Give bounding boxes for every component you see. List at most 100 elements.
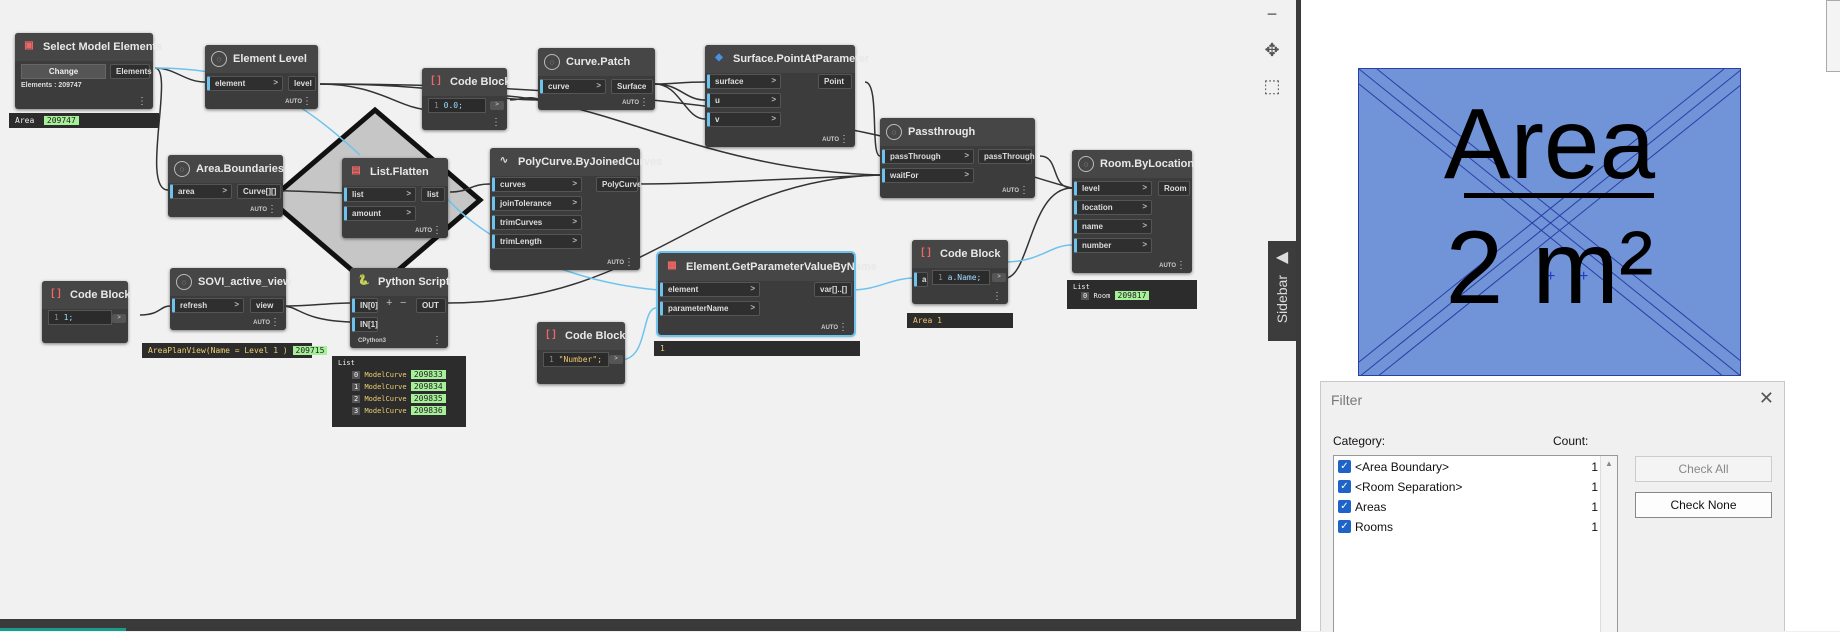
checkbox-icon[interactable]: ✓: [1338, 500, 1351, 513]
input-port-refresh[interactable]: refresh >: [172, 298, 244, 313]
input-port-waitfor[interactable]: waitFor >: [882, 168, 974, 183]
code-editor[interactable]: 1 a.Name;: [932, 270, 990, 285]
output-port-surface[interactable]: Surface: [611, 79, 653, 94]
node-menu-icon[interactable]: ⋮: [838, 322, 848, 333]
input-port-element[interactable]: element >: [660, 282, 760, 297]
checkbox-icon[interactable]: ✓: [1338, 520, 1351, 533]
node-python-script[interactable]: 🐍 Python Script IN[0] IN[1] + − OUT CPyth…: [350, 268, 450, 348]
node-sovi-active-view[interactable]: ◌ SOVI_active_view refresh > view AUTO ⋮: [170, 268, 292, 330]
input-port-v[interactable]: v >: [707, 112, 781, 127]
filter-row[interactable]: ✓ <Room Separation> 1: [1338, 478, 1598, 495]
code-editor[interactable]: 1 "Number";: [543, 352, 609, 367]
input-port-area[interactable]: area >: [170, 184, 232, 199]
node-menu-icon[interactable]: ⋮: [1176, 260, 1186, 271]
node-code-block-1[interactable]: [ ] Code Block 1 0.0; > ⋮: [422, 68, 511, 130]
node-menu-icon[interactable]: ⋮: [432, 225, 442, 236]
node-menu-icon[interactable]: ⋮: [137, 96, 147, 107]
input-port-name[interactable]: name >: [1074, 219, 1152, 234]
input-port-jointolerance[interactable]: joinTolerance >: [492, 196, 582, 211]
output-port-list[interactable]: list: [421, 187, 445, 202]
node-code-block-2[interactable]: [ ] Code Block 1 1; >: [42, 281, 131, 343]
output-port-room[interactable]: Room: [1158, 181, 1190, 196]
input-port-curve[interactable]: curve >: [540, 79, 606, 94]
watch-param-value: 1: [654, 341, 860, 356]
output-port[interactable]: >: [112, 314, 126, 323]
input-port-in0[interactable]: IN[0]: [352, 298, 378, 313]
pan-button[interactable]: ✥: [1258, 36, 1286, 64]
node-code-block-3[interactable]: [ ] Code Block 1 "Number"; >: [537, 322, 626, 384]
node-curve-patch[interactable]: ◌ Curve.Patch curve > Surface AUTO ⋮: [538, 48, 655, 110]
dynamo-canvas[interactable]: ▣ Select Model Elements Change Elements E…: [0, 0, 1296, 631]
code-editor[interactable]: 1 0.0;: [428, 98, 486, 113]
output-port-polycurve[interactable]: PolyCurve: [596, 177, 642, 192]
change-button[interactable]: Change: [21, 64, 106, 79]
wire: [154, 67, 169, 191]
output-port-level[interactable]: level: [288, 76, 316, 91]
check-none-button[interactable]: Check None: [1635, 492, 1772, 518]
node-menu-icon[interactable]: ⋮: [491, 117, 501, 128]
input-port-element[interactable]: element >: [207, 76, 283, 91]
node-surface-point-at-parameter[interactable]: ◆ Surface.PointAtParameter surface > u > v >…: [705, 45, 869, 147]
output-port[interactable]: >: [992, 273, 1006, 282]
node-menu-icon[interactable]: ⋮: [267, 204, 277, 215]
output-port[interactable]: Elements: [110, 64, 152, 79]
node-menu-icon[interactable]: ⋮: [992, 291, 1002, 302]
node-menu-icon[interactable]: ⋮: [1019, 185, 1029, 196]
node-menu-icon[interactable]: ⋮: [624, 257, 634, 268]
input-port-curves[interactable]: curves >: [492, 177, 582, 192]
filter-row[interactable]: ✓ <Area Boundary> 1: [1338, 458, 1598, 475]
add-input-button[interactable]: +: [386, 297, 392, 309]
area-tag[interactable]: + + Area 2 m²: [1358, 68, 1741, 376]
check-all-button[interactable]: Check All: [1635, 456, 1772, 482]
node-passthrough[interactable]: ◌ Passthrough passThrough > waitFor > passT…: [880, 118, 1035, 198]
output-port-view[interactable]: view: [250, 298, 284, 313]
node-menu-icon[interactable]: ⋮: [839, 134, 849, 145]
code-editor[interactable]: 1 1;: [48, 310, 112, 325]
input-port-in1[interactable]: IN[1]: [352, 317, 378, 332]
checkbox-icon[interactable]: ✓: [1338, 460, 1351, 473]
input-port-trimlength[interactable]: trimLength >: [492, 234, 582, 249]
close-icon[interactable]: ✕: [1759, 388, 1774, 409]
node-room-by-location[interactable]: ◌ Room.ByLocation level > location > name > …: [1072, 150, 1194, 273]
node-menu-icon[interactable]: ⋮: [432, 335, 442, 346]
node-menu-icon[interactable]: ⋮: [639, 97, 649, 108]
node-code-block-4[interactable]: [ ] Code Block a 1 a.Name; > ⋮: [912, 240, 1008, 304]
node-area-boundaries[interactable]: ◌ Area.Boundaries area > Curve[][] AUTO ⋮: [168, 155, 284, 217]
output-port[interactable]: >: [490, 101, 504, 110]
output-port-passthrough[interactable]: passThrough: [978, 149, 1035, 164]
input-port-surface[interactable]: surface >: [707, 74, 781, 89]
input-port-u[interactable]: u >: [707, 93, 781, 108]
node-menu-icon[interactable]: ⋮: [302, 96, 312, 107]
filter-row[interactable]: ✓ Areas 1: [1338, 498, 1598, 515]
output-port-out[interactable]: OUT: [416, 298, 446, 313]
output-port-var[interactable]: var[]..[]: [814, 282, 852, 297]
node-polycurve-by-joined-curves[interactable]: ∿ PolyCurve.ByJoinedCurves curves > joinTo…: [490, 148, 662, 270]
input-port-location[interactable]: location >: [1074, 200, 1152, 215]
zoom-out-button[interactable]: −: [1258, 0, 1286, 28]
sidebar-tab[interactable]: ◀ Sidebar: [1268, 241, 1296, 341]
checkbox-icon[interactable]: ✓: [1338, 480, 1351, 493]
input-port-level[interactable]: level >: [1074, 181, 1152, 196]
filter-row[interactable]: ✓ Rooms 1: [1338, 518, 1598, 535]
input-port-amount[interactable]: amount >: [344, 206, 416, 221]
node-get-parameter-value-by-name[interactable]: ▦ Element.GetParameterValueByName element…: [656, 251, 877, 337]
category-list[interactable]: ✓ <Area Boundary> 1 ✓ <Room Separation> 1 ✓ Are…: [1333, 455, 1618, 632]
input-port-number[interactable]: number >: [1074, 238, 1152, 253]
input-port-passthrough[interactable]: passThrough >: [882, 149, 974, 164]
input-port-parametername[interactable]: parameterName >: [660, 301, 760, 316]
input-port-trimcurves[interactable]: trimCurves >: [492, 215, 582, 230]
scrollbar[interactable]: ▲: [1600, 456, 1617, 632]
input-port-a[interactable]: a: [914, 272, 928, 287]
view-cube-edge[interactable]: [1826, 0, 1840, 72]
zoom-extents-button[interactable]: ⬚: [1258, 72, 1286, 100]
scroll-up-icon[interactable]: ▲: [1601, 459, 1617, 468]
output-port-curves[interactable]: Curve[][]: [237, 184, 281, 199]
node-list-flatten[interactable]: ▤ List.Flatten list > amount > list AUTO ⋮: [342, 158, 448, 238]
node-element-level[interactable]: ◌ Element Level element > level AUTO ⋮: [205, 45, 318, 109]
input-port-list[interactable]: list >: [344, 187, 416, 202]
output-port[interactable]: >: [609, 355, 623, 364]
output-port-point[interactable]: Point: [818, 74, 852, 89]
node-menu-icon[interactable]: ⋮: [270, 317, 280, 328]
remove-input-button[interactable]: −: [400, 297, 406, 309]
node-select-model-elements[interactable]: ▣ Select Model Elements Change Elements E…: [15, 33, 162, 109]
